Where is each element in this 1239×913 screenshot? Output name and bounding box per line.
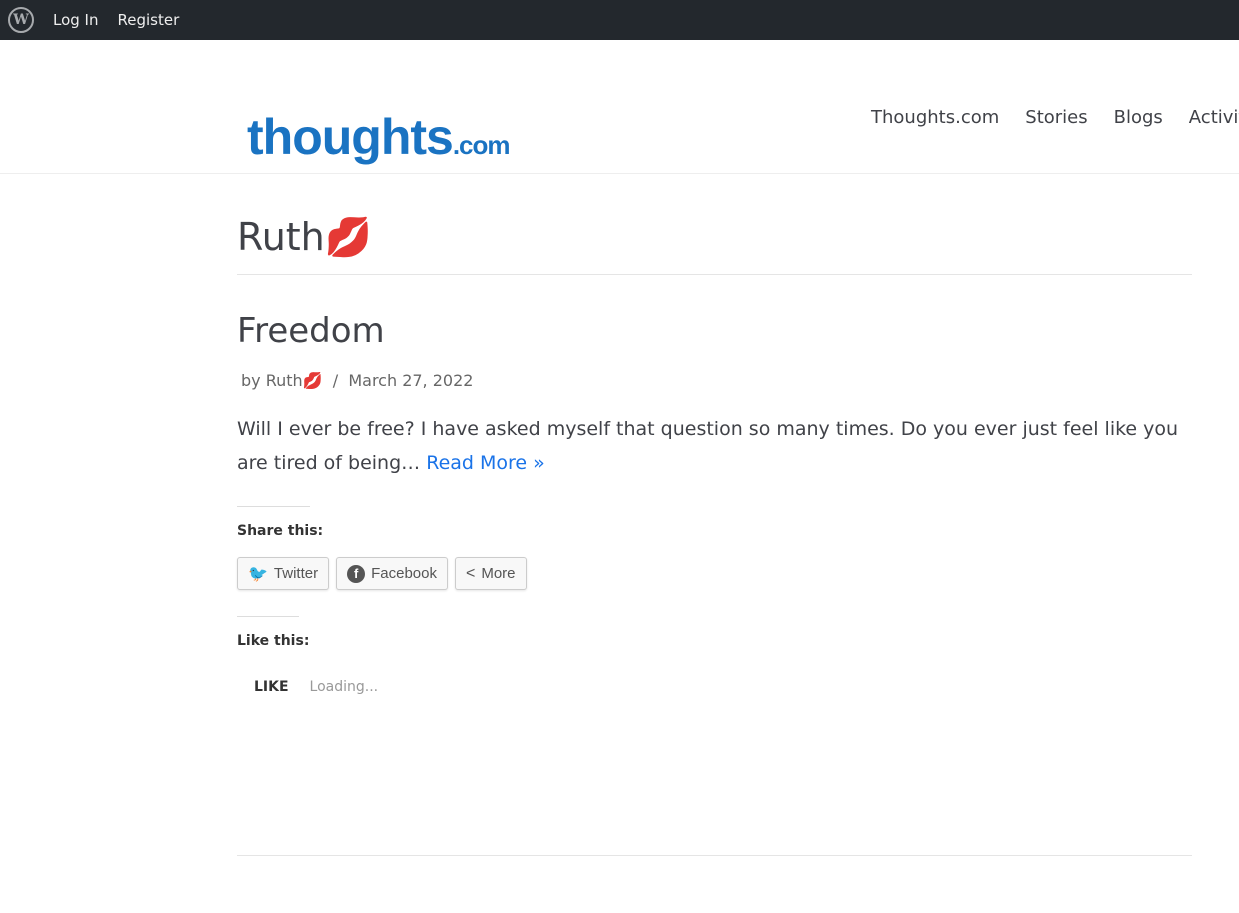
- facebook-label: Facebook: [371, 565, 437, 582]
- read-more-link[interactable]: Read More »: [426, 452, 545, 474]
- nav-thoughts[interactable]: Thoughts.com: [871, 107, 999, 128]
- nav-stories[interactable]: Stories: [1025, 107, 1087, 128]
- facebook-share-button[interactable]: f Facebook: [336, 557, 448, 590]
- content: Ruth💋 Freedom by Ruth💋 / March 27, 2022 …: [237, 215, 1192, 695]
- nav-blogs[interactable]: Blogs: [1114, 107, 1163, 128]
- nav-activity[interactable]: Activity: [1189, 107, 1239, 128]
- excerpt-text: Will I ever be free? I have asked myself…: [237, 418, 1179, 474]
- post-date: March 27, 2022: [348, 371, 474, 390]
- like-widget: LIKE Loading...: [237, 679, 1192, 695]
- by-label: by: [241, 371, 261, 390]
- logo-suffix: .com: [452, 130, 511, 160]
- site-logo[interactable]: thoughts.com: [247, 108, 511, 166]
- twitter-label: Twitter: [273, 565, 319, 582]
- meta-separator: /: [332, 371, 339, 390]
- share-icon: <: [465, 564, 476, 582]
- login-link[interactable]: Log In: [53, 11, 99, 29]
- logo-text: thoughts: [247, 109, 454, 165]
- like-button[interactable]: LIKE: [254, 679, 289, 695]
- register-link[interactable]: Register: [118, 11, 180, 29]
- post-title[interactable]: Freedom: [237, 311, 1192, 351]
- site-header: thoughts.com Thoughts.com Stories Blogs …: [0, 40, 1239, 174]
- post-excerpt: Will I ever be free? I have asked myself…: [237, 412, 1192, 480]
- wordpress-icon[interactable]: W: [8, 7, 34, 33]
- like-heading: Like this:: [237, 616, 309, 649]
- main-nav: Thoughts.com Stories Blogs Activity: [871, 107, 1239, 128]
- more-label: More: [481, 565, 516, 582]
- facebook-icon: f: [347, 564, 366, 583]
- twitter-icon: 🐦: [248, 565, 268, 583]
- more-share-button[interactable]: < More: [454, 557, 527, 590]
- divider: [237, 855, 1192, 856]
- twitter-share-button[interactable]: 🐦 Twitter: [237, 557, 330, 590]
- author-link[interactable]: Ruth💋: [266, 371, 323, 390]
- archive-title: Ruth💋: [237, 215, 1192, 275]
- share-buttons: 🐦 Twitter f Facebook < More: [237, 557, 1192, 590]
- like-loading: Loading...: [309, 679, 379, 695]
- admin-bar: W Log In Register: [0, 0, 1239, 40]
- share-heading: Share this:: [237, 506, 323, 539]
- post-meta: by Ruth💋 / March 27, 2022: [241, 371, 1192, 390]
